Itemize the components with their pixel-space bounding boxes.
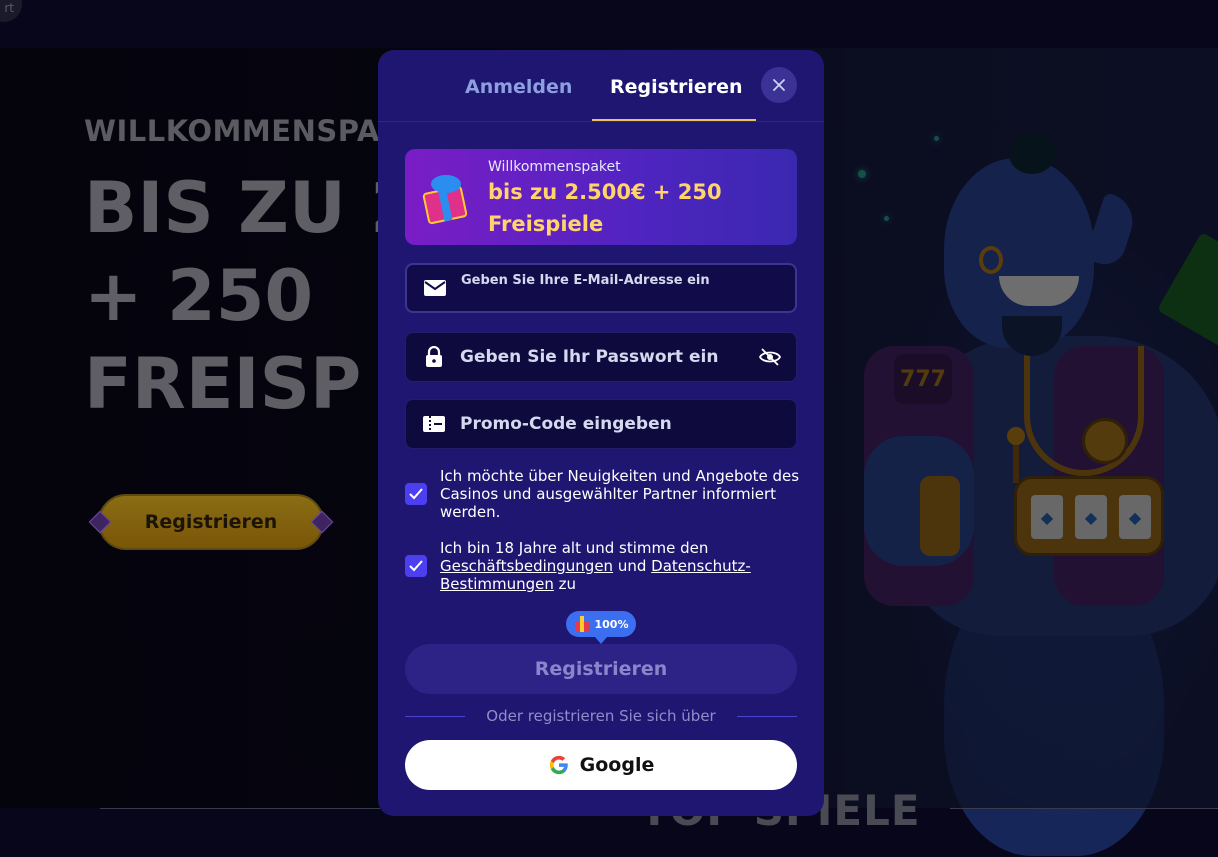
tab-login[interactable]: Anmelden	[465, 76, 572, 98]
gift-icon	[419, 175, 473, 225]
hero-line-3: FREISP	[84, 343, 362, 425]
terms-checkbox[interactable]	[405, 555, 427, 577]
auth-tabs: Anmelden Registrieren	[378, 50, 824, 122]
google-icon	[549, 755, 568, 775]
terms-link[interactable]: Geschäftsbedingungen	[440, 557, 613, 575]
register-button[interactable]: Registrieren	[405, 644, 797, 694]
close-icon	[773, 79, 785, 91]
close-button[interactable]	[761, 67, 797, 103]
terms-middle: und	[613, 557, 652, 575]
registration-modal: Anmelden Registrieren Willkommenspaket b…	[378, 50, 824, 816]
section-divider	[950, 808, 1218, 809]
hero-kicker: WILLKOMMENSPA	[84, 114, 380, 148]
bonus-progress-badge: 100%	[566, 611, 636, 644]
password-field	[405, 332, 797, 382]
hero-line-1: BIS ZU 2	[84, 167, 419, 249]
bonus-progress-label: 100%	[594, 617, 629, 631]
eye-off-icon[interactable]	[758, 345, 782, 369]
section-divider	[100, 808, 380, 809]
or-divider: Oder registrieren Sie sich über	[405, 706, 797, 726]
news-checkbox[interactable]	[405, 483, 427, 505]
email-input[interactable]	[461, 249, 749, 311]
tab-register[interactable]: Registrieren	[610, 76, 743, 98]
hero-line-2: + 250	[84, 255, 314, 337]
hero-register-label: Registrieren	[144, 511, 278, 533]
email-field	[405, 249, 797, 313]
terms-consent-text: Ich bin 18 Jahre alt und stimme den Gesc…	[440, 539, 800, 593]
corner-glyph: rt	[4, 1, 14, 15]
hero-text: WILLKOMMENSPA BIS ZU 2 + 250 FREISP	[84, 114, 419, 428]
password-input[interactable]	[460, 333, 750, 381]
google-button-label: Google	[579, 754, 655, 776]
ticket-icon	[423, 413, 445, 435]
promo-title: bis zu 2.500€ + 250 Freispiele	[488, 180, 722, 236]
lock-icon	[423, 346, 445, 368]
checkmark-icon	[409, 560, 423, 572]
checkmark-icon	[409, 488, 423, 500]
gift-icon	[574, 616, 590, 632]
welcome-bonus-banner: Willkommenspaket bis zu 2.500€ + 250 Fre…	[405, 149, 797, 245]
mail-icon	[424, 277, 446, 299]
promo-code-input[interactable]	[460, 400, 750, 448]
active-tab-indicator	[592, 119, 756, 121]
hero-register-button[interactable]: Registrieren	[88, 494, 334, 550]
promo-code-field	[405, 399, 797, 449]
terms-suffix: zu	[553, 575, 577, 593]
google-signup-button[interactable]: Google	[405, 740, 797, 790]
corner-button[interactable]: rt	[0, 0, 22, 22]
news-consent-text: Ich möchte über Neuigkeiten und Angebote…	[440, 467, 800, 521]
terms-prefix: Ich bin 18 Jahre alt und stimme den	[440, 539, 709, 557]
promo-kicker: Willkommenspaket	[488, 159, 621, 175]
